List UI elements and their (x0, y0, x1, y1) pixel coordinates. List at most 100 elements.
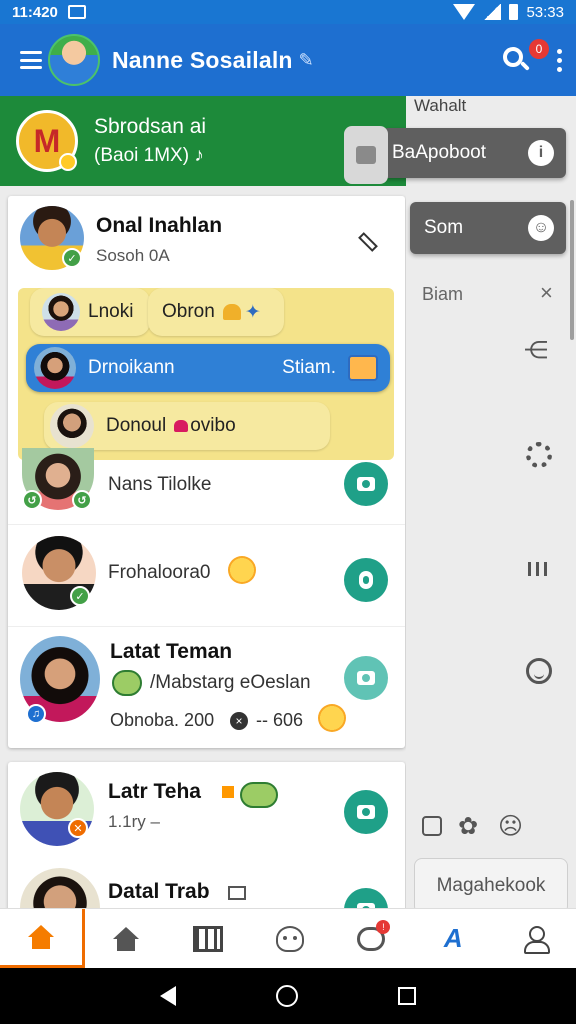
nav-chat[interactable]: ! (330, 909, 412, 968)
system-nav-bar (0, 968, 576, 1024)
notification-badge: ! (376, 919, 391, 934)
banner-subtitle-text: (Baoi 1MX) (94, 145, 190, 166)
camera-button[interactable] (344, 656, 388, 700)
status-badge-icon: ✓ (70, 586, 90, 606)
search-badge: 0 (529, 39, 549, 59)
notification-icon (67, 5, 86, 19)
sticker-icon (240, 782, 278, 808)
document-icon (356, 146, 376, 164)
status-icons: 53:33 (453, 4, 564, 21)
info-icon[interactable]: i (528, 140, 554, 166)
message-preview: /Mabstarg eOeslan (150, 672, 311, 693)
status-right-text: 53:33 (526, 3, 564, 21)
chat-bubble[interactable]: Donoul ovibo (44, 402, 330, 450)
nav-grid[interactable] (167, 909, 249, 968)
contact-name: Latat Teman (110, 640, 233, 663)
contact-name: Latr Teha (108, 780, 201, 803)
nav-home-active[interactable] (0, 909, 85, 968)
bubble-text: Donoul (106, 415, 167, 436)
heart-emoji-icon (174, 420, 189, 432)
side-panel-button[interactable]: Magahekook (414, 858, 568, 914)
divider (8, 524, 405, 525)
scrollbar[interactable] (570, 200, 574, 340)
share-icon[interactable]: ⋲ (524, 336, 548, 365)
avatar (34, 347, 76, 389)
status-badge-icon: ✕ (68, 818, 88, 838)
side-panel-label: Biam (422, 284, 464, 304)
menu-icon[interactable] (20, 51, 42, 69)
nav-profile[interactable] (494, 909, 576, 968)
chat-bubble[interactable]: Obron ✦ (148, 288, 284, 336)
camera-button[interactable] (344, 462, 388, 506)
action-pill[interactable]: Som ☺ (410, 202, 566, 254)
bars-icon[interactable] (528, 562, 547, 576)
contact-name: Nans Tilolke (108, 474, 212, 495)
back-icon[interactable] (160, 986, 176, 1006)
profile-avatar[interactable] (48, 34, 100, 86)
smile-emoji-icon (228, 556, 256, 584)
edit-pen-icon[interactable]: ✎ (299, 50, 314, 71)
bubble-text: Lnoki (88, 301, 134, 322)
status-time: 11:420 (12, 3, 58, 21)
close-badge-icon: × (230, 712, 248, 730)
music-note-icon: ♪ (194, 145, 204, 166)
side-panel-title: Wahalt (414, 96, 467, 115)
side-panel: Wahalt BaApoboot i Som ☺ Biam × ⋲ ✿ ☹ Ma… (382, 96, 576, 914)
side-panel-button-label: Magahekook (436, 875, 546, 896)
smiley-icon[interactable]: ☺ (528, 215, 554, 241)
nav-home[interactable] (85, 909, 167, 968)
sparkle-icon: ✦ (244, 301, 261, 323)
bubble-suffix-text: ovibo (190, 415, 236, 436)
recent-apps-icon[interactable] (398, 987, 416, 1005)
online-badge-icon: ✓ (62, 248, 82, 268)
badge-icon[interactable]: ✿ (458, 812, 478, 841)
edit-icon[interactable] (356, 230, 378, 252)
chat-card: ✓ Onal Inahlan Sosoh 0A Lnoki Obron ✦ Dr… (8, 196, 405, 748)
shield-icon (359, 571, 373, 589)
status-badge-icon: ↺ (22, 490, 42, 510)
face-icon[interactable] (526, 658, 552, 684)
ax-icon: A (443, 923, 463, 953)
message-meta-count: -- 606 (256, 710, 304, 730)
shield-button[interactable] (344, 558, 388, 602)
alert-icon[interactable]: ☹ (498, 812, 523, 841)
user-icon (522, 925, 551, 954)
search-button[interactable]: 0 (501, 39, 549, 75)
contact-name: Datal Trab (108, 880, 210, 903)
chat-bubble[interactable]: Lnoki (30, 288, 150, 336)
gear-icon[interactable] (526, 442, 552, 468)
chat-bubble-highlighted[interactable]: Drnoikann Stiam. (26, 344, 390, 392)
camera-button[interactable] (344, 790, 388, 834)
banner-title: Sbrodsan ai (94, 115, 207, 138)
camera-icon (357, 671, 375, 685)
avatar[interactable] (20, 868, 100, 908)
close-icon[interactable]: × (540, 280, 553, 306)
wifi-icon (453, 4, 476, 20)
music-badge-icon: ♫ (26, 704, 46, 724)
avatar (50, 404, 94, 448)
tag-icon (222, 786, 234, 798)
banner-subtitle: (Baoi 1MX) ♪ (94, 145, 206, 167)
heart-emoji-icon (222, 304, 241, 320)
more-options-icon[interactable] (557, 48, 562, 72)
camera-button[interactable] (344, 888, 388, 908)
message-meta: Obnoba. 200 (110, 710, 215, 730)
nav-robot[interactable] (249, 909, 331, 968)
logo-badge-icon (59, 153, 77, 171)
robot-icon (275, 925, 304, 952)
nav-ax[interactable]: A (412, 909, 494, 968)
home-circle-icon[interactable] (276, 985, 298, 1007)
floating-tab[interactable] (344, 126, 388, 184)
home-icon (27, 925, 54, 949)
action-pill[interactable]: BaApoboot i (382, 128, 566, 178)
feed-column: M Sbrodsan ai (Baoi 1MX) ♪ ✓ Onal Inahla… (0, 96, 406, 908)
contact-status: 1.1ry – (108, 812, 160, 831)
bottom-nav: ! A (0, 908, 576, 968)
status-bar: 11:420 53:33 (0, 0, 576, 24)
comment-icon[interactable] (422, 816, 442, 836)
grid-icon (192, 925, 223, 952)
bubble-text: Obron (162, 301, 215, 322)
camera-icon (357, 477, 375, 491)
home-icon (112, 926, 139, 951)
box-emoji-icon (348, 355, 378, 381)
